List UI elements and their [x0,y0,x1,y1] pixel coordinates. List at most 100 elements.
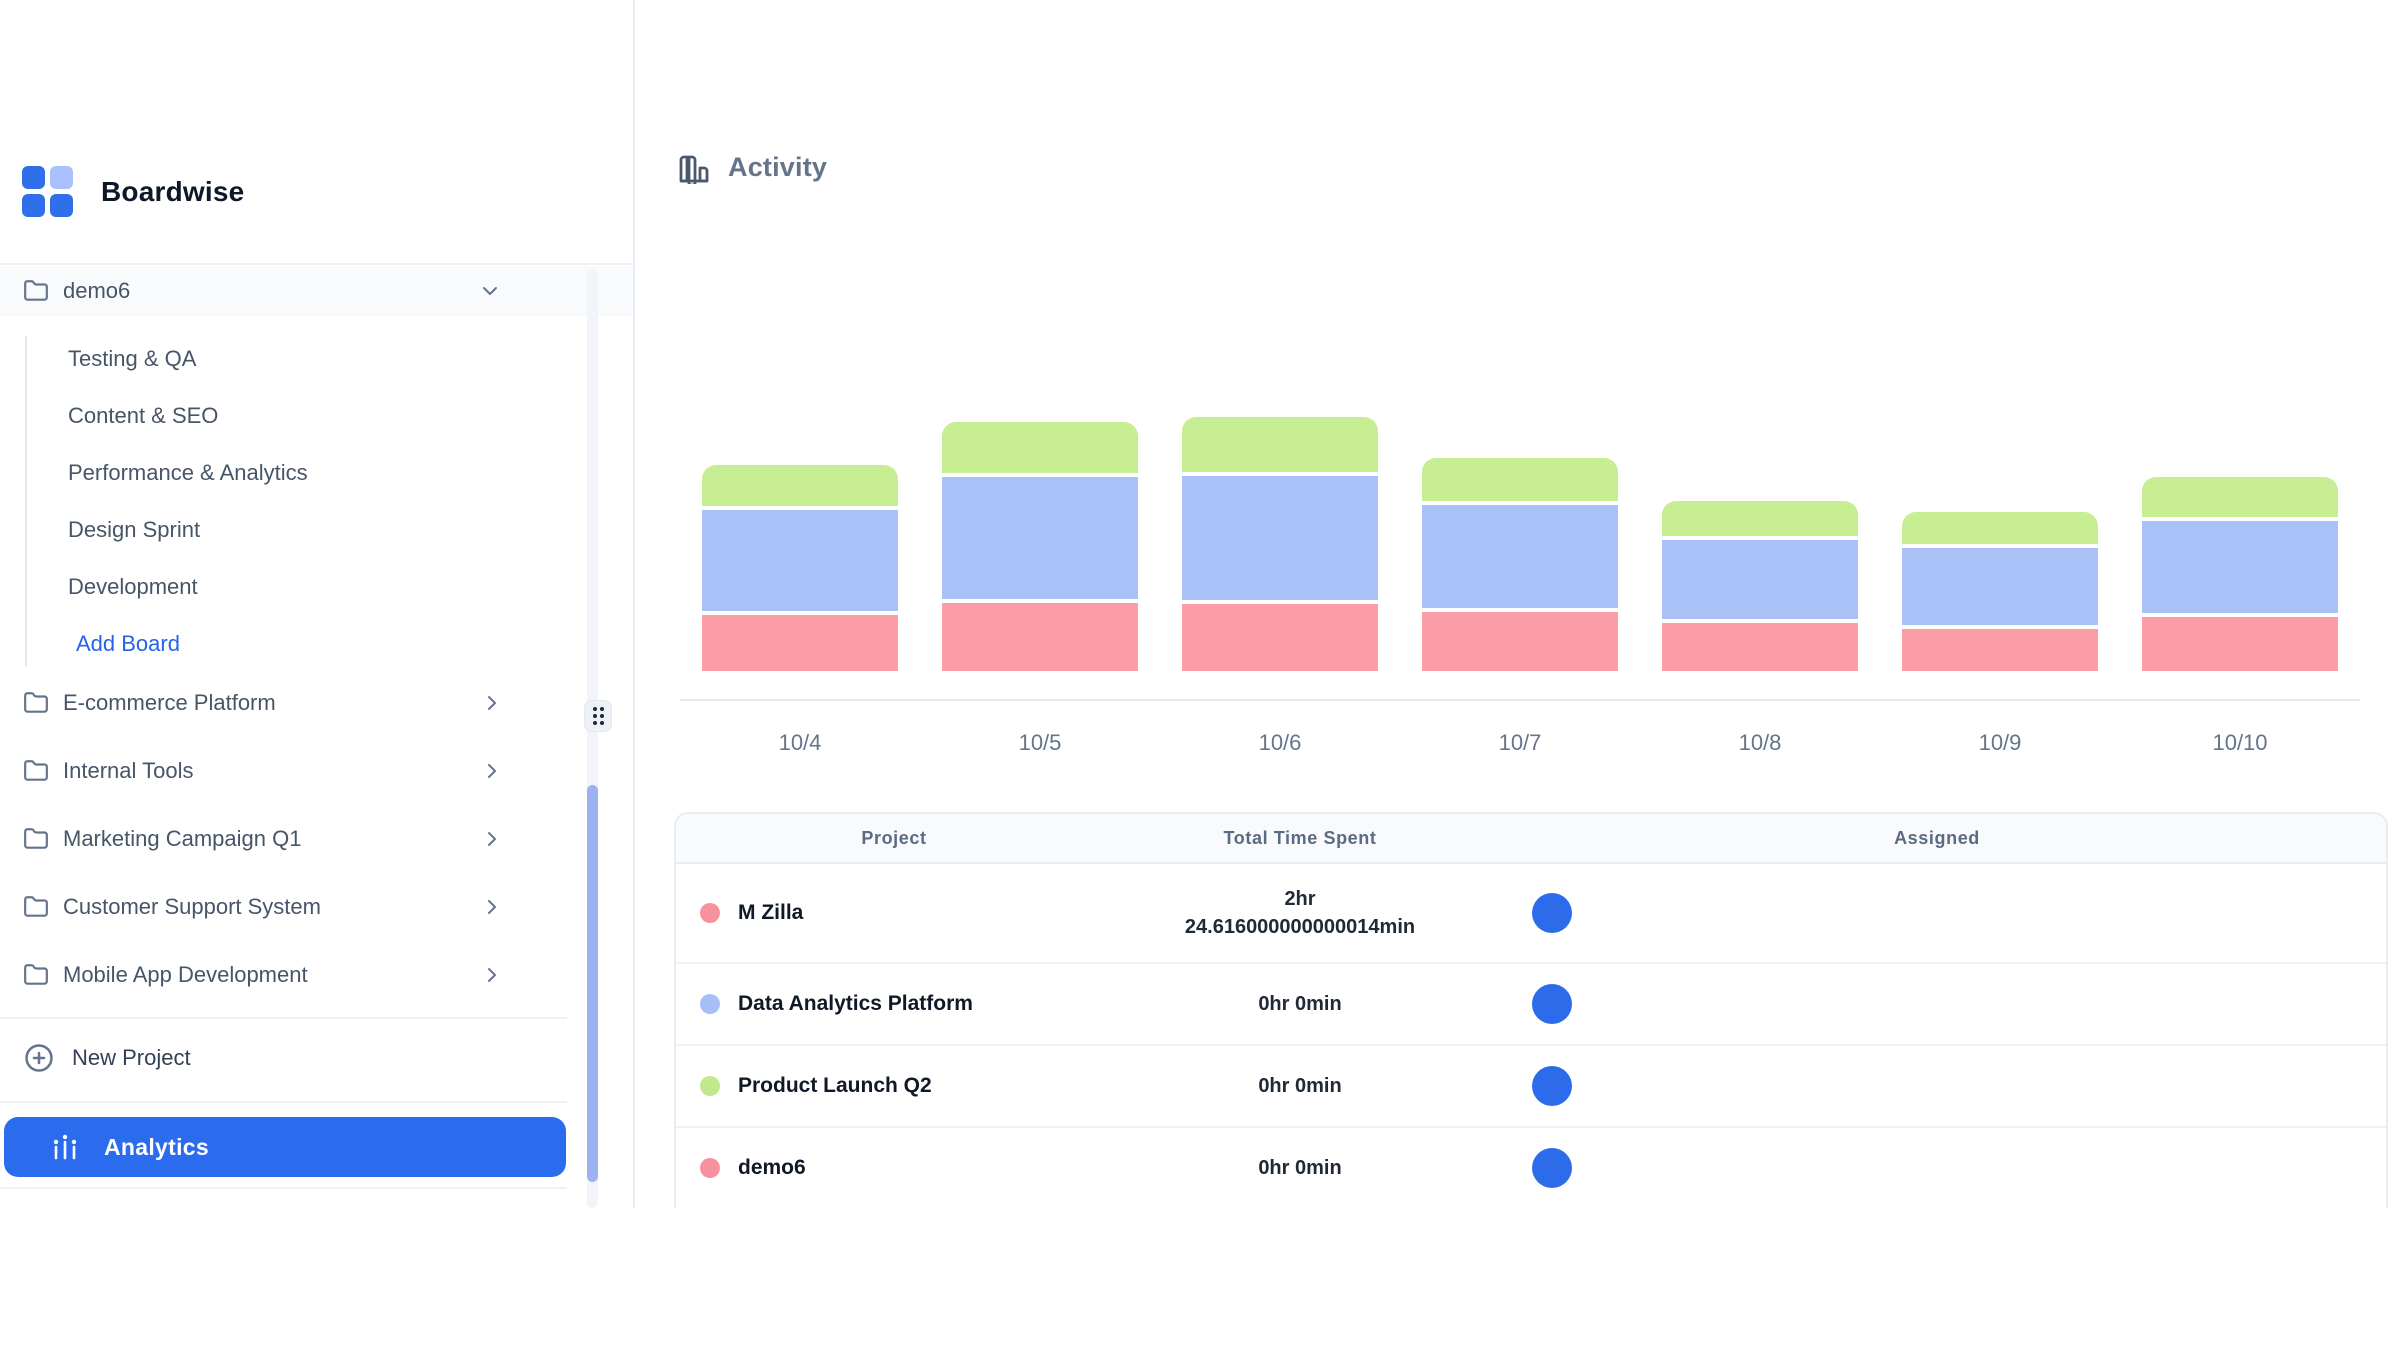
assignee-avatar[interactable] [1532,984,1572,1024]
chevron-right-icon[interactable] [480,827,504,851]
sidebar-project-item[interactable]: Mobile App Development [0,941,633,1009]
stacked-bar[interactable] [1182,417,1378,671]
bar-segment-data-analytics-platform [1662,540,1858,619]
project-color-dot [700,994,720,1014]
assignee-avatar[interactable] [1532,893,1572,933]
bar-segment-m-zilla [1662,623,1858,671]
panel-resize-handle[interactable] [584,700,612,732]
table-row[interactable]: M Zilla 2hr24.616000000000014min [676,864,2386,964]
assigned-cell [1488,1046,2386,1126]
column-header: Total Time Spent [1112,814,1488,862]
folder-icon [23,962,49,988]
bar-segment-product-launch-q2 [2142,477,2338,517]
time-spent-table: ProjectTotal Time SpentAssigned M Zilla 2… [674,812,2388,1208]
chevron-right-icon[interactable] [480,963,504,987]
sidebar-project-demo6[interactable]: demo6 [0,266,633,316]
sidebar-scrollbar-thumb[interactable] [587,785,598,1182]
chart-bar-group [2120,420,2360,671]
logo-square [50,166,73,189]
stacked-bar[interactable] [2142,477,2338,671]
x-axis-tick-label: 10/7 [1400,730,1640,756]
column-header: Assigned [1488,814,2386,862]
bar-segment-m-zilla [1182,604,1378,671]
logo-square [22,194,45,217]
column-header: Project [676,814,1112,862]
time-spent-line: 0hr 0min [1258,990,1341,1018]
folder-icon [23,758,49,784]
assignee-avatar[interactable] [1532,1148,1572,1188]
plus-circle-icon [24,1043,54,1073]
stacked-bar[interactable] [1422,458,1618,671]
sidebar-board-item[interactable]: Development [0,558,560,615]
analytics-button[interactable]: Analytics [4,1117,566,1177]
bar-segment-product-launch-q2 [1902,512,2098,544]
activity-chart [680,420,2360,671]
time-spent-line: 24.616000000000014min [1185,913,1415,941]
project-cell: M Zilla [676,864,1112,962]
chevron-down-icon[interactable] [478,279,502,303]
bar-segment-product-launch-q2 [1662,501,1858,536]
project-name: demo6 [738,1156,806,1180]
x-axis-tick-label: 10/10 [2120,730,2360,756]
project-cell: demo6 [676,1128,1112,1208]
assigned-cell [1488,864,2386,962]
folder-icon [23,278,49,304]
sidebar-project-item[interactable]: E-commerce Platform [0,669,633,737]
chart-bar-group [1880,420,2120,671]
project-label: Marketing Campaign Q1 [63,826,301,852]
chevron-right-icon[interactable] [480,895,504,919]
sidebar-board-item[interactable]: Content & SEO [0,387,560,444]
new-project-button[interactable]: New Project [0,1032,560,1084]
chart-bar-group [920,420,1160,671]
time-spent-cell: 0hr 0min [1112,1046,1488,1126]
time-spent-line: 0hr 0min [1258,1072,1341,1100]
sidebar-project-item[interactable]: Customer Support System [0,873,633,941]
sidebar-board-item[interactable]: Design Sprint [0,501,560,558]
chart-bar-group [680,420,920,671]
time-spent-line: 2hr [1284,885,1315,913]
bar-segment-product-launch-q2 [1422,458,1618,501]
bar-segment-m-zilla [702,615,898,671]
sidebar-board-item[interactable]: Performance & Analytics [0,444,560,501]
table-header: ProjectTotal Time SpentAssigned [676,814,2386,864]
project-cell: Product Launch Q2 [676,1046,1112,1126]
x-axis-labels: 10/410/510/610/710/810/910/10 [680,730,2360,756]
sidebar-project-item[interactable]: Marketing Campaign Q1 [0,805,633,873]
x-axis-tick-label: 10/6 [1160,730,1400,756]
bar-segment-data-analytics-platform [942,477,1138,599]
folder-icon [23,690,49,716]
table-row[interactable]: demo60hr 0min [676,1128,2386,1208]
divider [0,1017,567,1019]
project-name: Product Launch Q2 [738,1074,932,1098]
chevron-right-icon[interactable] [480,759,504,783]
chevron-right-icon[interactable] [480,691,504,715]
bar-chart-icon [678,150,710,184]
stacked-bar[interactable] [702,465,898,671]
sidebar-project-item[interactable]: Internal Tools [0,737,633,805]
bar-segment-m-zilla [942,603,1138,671]
assignee-avatar[interactable] [1532,1066,1572,1106]
stacked-bar[interactable] [1662,501,1858,671]
x-axis-tick-label: 10/5 [920,730,1160,756]
section-title: Activity [728,152,827,183]
bar-segment-product-launch-q2 [702,465,898,506]
add-board-button[interactable]: Add Board [0,615,560,672]
sidebar-border [633,0,635,1208]
project-name: Data Analytics Platform [738,992,973,1016]
divider [0,1101,567,1103]
stacked-bar[interactable] [1902,512,2098,671]
bar-segment-product-launch-q2 [1182,417,1378,472]
chart-bar-group [1400,420,1640,671]
stacked-bar[interactable] [942,422,1138,671]
sidebar-board-item[interactable]: Testing & QA [0,330,560,387]
project-color-dot [700,1076,720,1096]
analytics-label: Analytics [104,1134,209,1161]
boardwise-logo-icon [22,166,73,217]
table-row[interactable]: Data Analytics Platform 0hr 0min [676,964,2386,1046]
brand-header: Boardwise [22,166,244,217]
logo-square [22,166,45,189]
app-root: { "app": { "brand": "Boardwise" }, "colo… [0,0,2400,1350]
assigned-cell [1488,1128,2386,1208]
table-row[interactable]: Product Launch Q2 0hr 0min [676,1046,2386,1128]
project-label: Internal Tools [63,758,193,784]
